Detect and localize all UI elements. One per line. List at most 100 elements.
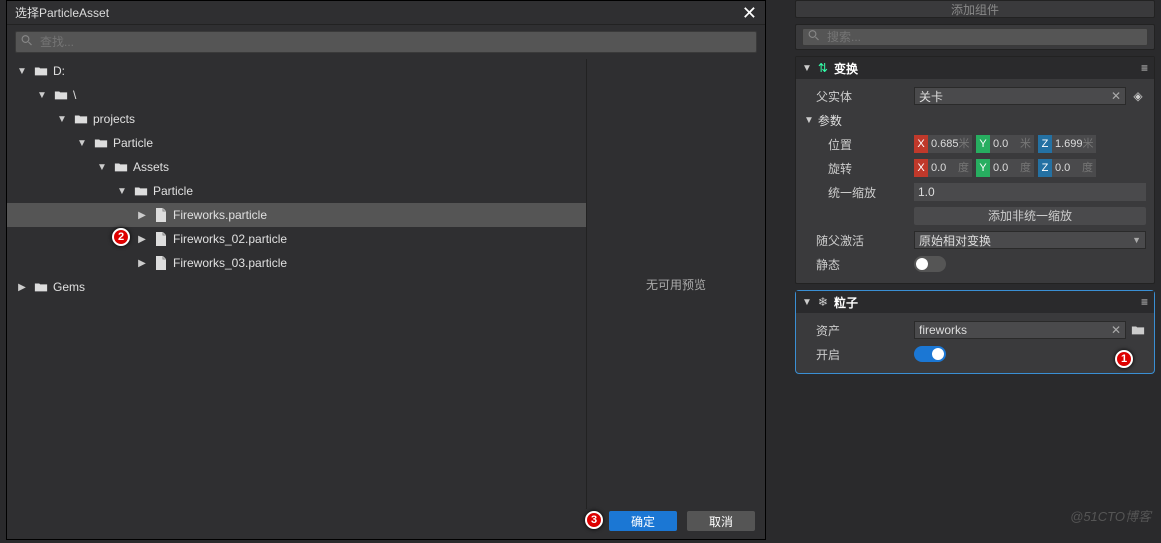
- dialog-body: ▼D:▼\▼projects▼Particle▼Assets▼Particle▶…: [7, 59, 765, 509]
- tree-row[interactable]: ▼ Particle: [7, 131, 586, 155]
- file-icon: [153, 255, 169, 271]
- tree-row[interactable]: ▶ Gems: [7, 275, 586, 299]
- enable-label: 开启: [804, 346, 914, 363]
- static-toggle[interactable]: [914, 256, 946, 272]
- tree-label: \: [73, 88, 76, 102]
- particle-body: 资产 fireworks ✕ 开启: [796, 313, 1154, 373]
- chevron-down-icon: ▼: [802, 297, 812, 308]
- dialog-title: 选择ParticleAsset: [15, 1, 109, 25]
- tree-row[interactable]: ▼Assets: [7, 155, 586, 179]
- search-icon: [808, 30, 820, 45]
- chevron-right-icon[interactable]: ▶: [135, 234, 149, 245]
- position-y[interactable]: Y0.0米: [976, 135, 1034, 153]
- position-z[interactable]: Z1.699米: [1038, 135, 1096, 153]
- dialog-search-row: [15, 31, 757, 53]
- chevron-down-icon: ▼: [802, 63, 812, 74]
- tree-label: Fireworks_03.particle: [173, 256, 287, 270]
- folder-icon[interactable]: [1130, 322, 1146, 338]
- clear-icon[interactable]: ✕: [1111, 89, 1121, 103]
- close-icon[interactable]: ✕: [742, 1, 757, 25]
- search-icon: [21, 35, 33, 50]
- chevron-right-icon[interactable]: ▶: [135, 210, 149, 221]
- position-x[interactable]: X0.685米: [914, 135, 972, 153]
- asset-label: 资产: [804, 322, 914, 339]
- position-row: 位置 X0.685米 Y0.0米 Z1.699米: [804, 133, 1146, 155]
- static-label: 静态: [804, 256, 914, 273]
- parent-select[interactable]: 关卡 ✕: [914, 87, 1126, 105]
- clear-icon[interactable]: ✕: [1111, 323, 1121, 337]
- annotation-2: 2: [112, 228, 130, 246]
- inspector-panel: 添加组件 ▼ ⇅ 变换 ≡ 父实体 关卡 ✕ ◈: [795, 0, 1155, 380]
- transform-title: 变换: [834, 60, 1135, 77]
- tree-row[interactable]: ▶ Fireworks.particle: [7, 203, 586, 227]
- rotation-z[interactable]: Z0.0度: [1038, 159, 1096, 177]
- dialog-buttons: 确定 取消: [609, 511, 755, 531]
- tree-label: Fireworks_02.particle: [173, 232, 287, 246]
- add-component-label: 添加组件: [951, 3, 999, 17]
- tree-label: D:: [53, 64, 65, 78]
- parent-value: 关卡: [919, 88, 943, 105]
- scale-row: 统一缩放 1.0: [804, 181, 1146, 203]
- transform-icon: ⇅: [818, 61, 828, 75]
- chevron-down-icon: ▼: [1132, 235, 1141, 245]
- tree-row[interactable]: ▼\: [7, 83, 586, 107]
- rotation-x[interactable]: X0.0度: [914, 159, 972, 177]
- particle-asset-dialog: 选择ParticleAsset ✕ ▼D:▼\▼projects▼Particl…: [6, 0, 766, 540]
- particle-section: ▼ ❄ 粒子 ≡ 资产 fireworks ✕ 开启: [795, 290, 1155, 374]
- rotation-label: 旋转: [804, 160, 914, 177]
- rotation-y[interactable]: Y0.0度: [976, 159, 1034, 177]
- file-icon: [153, 207, 169, 223]
- inspector-search-input[interactable]: [802, 28, 1148, 46]
- tree-label: Fireworks.particle: [173, 208, 267, 222]
- folder-icon: [113, 159, 129, 175]
- tree-row[interactable]: ▼ projects: [7, 107, 586, 131]
- asset-tree[interactable]: ▼D:▼\▼projects▼Particle▼Assets▼Particle▶…: [7, 59, 587, 509]
- hamburger-icon[interactable]: ≡: [1141, 295, 1148, 309]
- chevron-down-icon[interactable]: ▼: [115, 186, 129, 197]
- chevron-down-icon[interactable]: ▼: [35, 90, 49, 101]
- add-non-uniform-button[interactable]: 添加非统一缩放: [914, 207, 1146, 225]
- preview-pane: 无可用预览: [587, 59, 765, 509]
- folder-icon: [33, 279, 49, 295]
- chevron-down-icon[interactable]: ▼: [55, 114, 69, 125]
- annotation-3: 3: [585, 511, 603, 529]
- transform-header[interactable]: ▼ ⇅ 变换 ≡: [796, 57, 1154, 79]
- asset-value: fireworks: [919, 323, 967, 337]
- add-component-button[interactable]: 添加组件: [795, 0, 1155, 18]
- dialog-search-input[interactable]: [15, 31, 757, 53]
- params-row: ▼ 参数: [804, 109, 1146, 131]
- tree-row[interactable]: ▶ Fireworks_03.particle: [7, 251, 586, 275]
- watermark: @51CTO博客: [1070, 506, 1151, 525]
- annotation-1: 1: [1115, 350, 1133, 368]
- locate-icon[interactable]: ◈: [1130, 88, 1146, 104]
- hamburger-icon[interactable]: ≡: [1141, 61, 1148, 75]
- chevron-down-icon[interactable]: ▼: [75, 138, 89, 149]
- follow-parent-label: 随父激活: [804, 232, 914, 249]
- follow-parent-select[interactable]: 原始相对变换 ▼: [914, 231, 1146, 249]
- parent-row: 父实体 关卡 ✕ ◈: [804, 85, 1146, 107]
- chevron-right-icon[interactable]: ▶: [15, 282, 29, 293]
- position-label: 位置: [804, 136, 914, 153]
- tree-label: Particle: [153, 184, 193, 198]
- tree-row[interactable]: ▼ D:: [7, 59, 586, 83]
- asset-select[interactable]: fireworks ✕: [914, 321, 1126, 339]
- cancel-button[interactable]: 取消: [687, 511, 755, 531]
- tree-label: projects: [93, 112, 135, 126]
- chevron-down-icon[interactable]: ▼: [804, 115, 814, 126]
- tree-label: Particle: [113, 136, 153, 150]
- scale-input[interactable]: 1.0: [914, 183, 1146, 201]
- enable-row: 开启: [804, 343, 1146, 365]
- tree-label: Gems: [53, 280, 85, 294]
- enable-toggle[interactable]: [914, 346, 946, 362]
- tree-row[interactable]: ▼ Particle: [7, 179, 586, 203]
- ok-button[interactable]: 确定: [609, 511, 677, 531]
- inspector-search-row: [795, 24, 1155, 50]
- chevron-down-icon[interactable]: ▼: [95, 162, 109, 173]
- folder-icon: [73, 111, 89, 127]
- transform-body: 父实体 关卡 ✕ ◈ ▼ 参数 位置 X0.685米 Y0.0米 Z1: [796, 79, 1154, 283]
- particle-header[interactable]: ▼ ❄ 粒子 ≡: [796, 291, 1154, 313]
- chevron-down-icon[interactable]: ▼: [15, 66, 29, 77]
- chevron-right-icon[interactable]: ▶: [135, 258, 149, 269]
- asset-row: 资产 fireworks ✕: [804, 319, 1146, 341]
- tree-row[interactable]: ▶ Fireworks_02.particle: [7, 227, 586, 251]
